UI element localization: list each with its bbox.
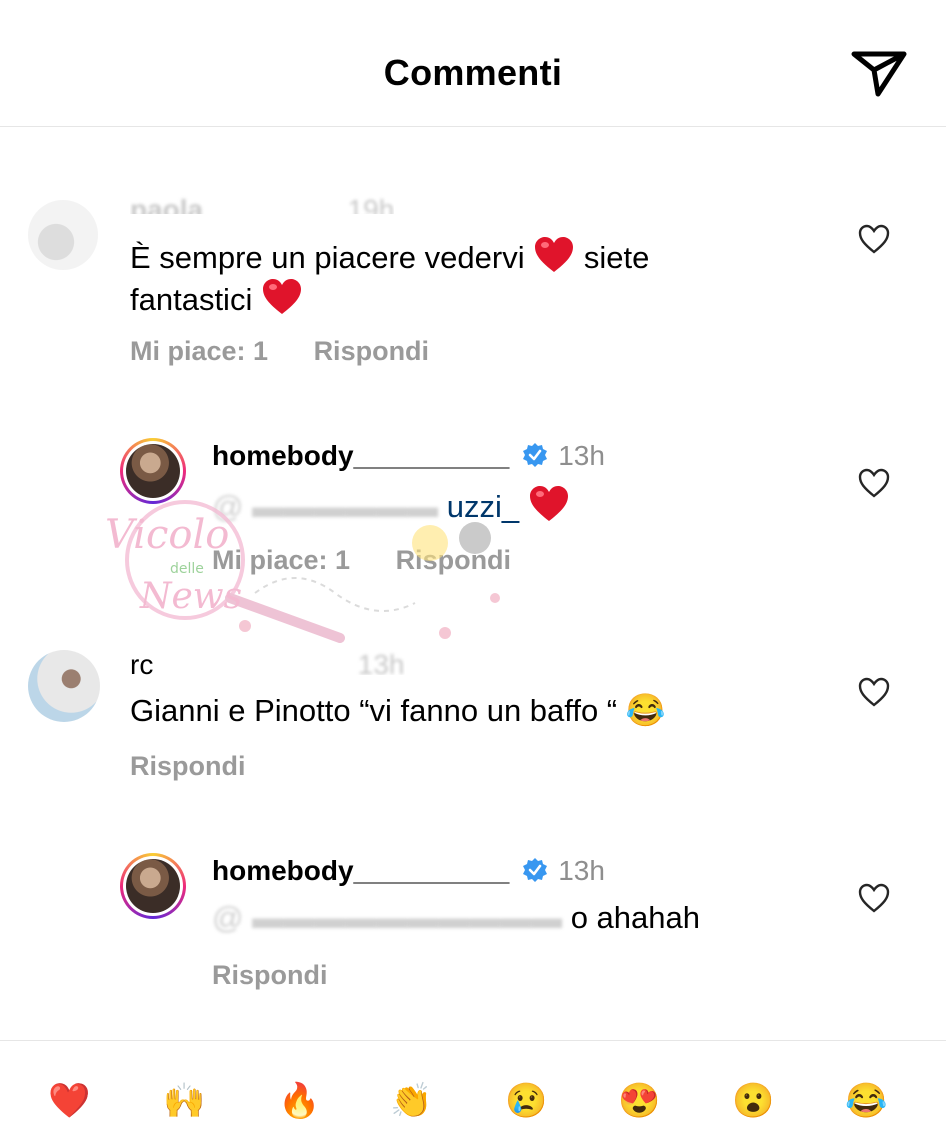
mention-link[interactable]: uzzi_ bbox=[447, 489, 519, 524]
verified-badge-icon bbox=[522, 858, 547, 882]
laughing-emoji-icon: 😂 bbox=[625, 692, 666, 728]
comments-header: Commenti bbox=[0, 0, 946, 127]
comment-username[interactable]: homebody__________ bbox=[212, 855, 509, 886]
avatar[interactable] bbox=[120, 438, 186, 504]
reply-button[interactable]: Rispondi bbox=[396, 545, 512, 575]
comment-item: homebody__________ 13h @ ▬▬▬▬▬▬▬▬▬▬ o ah… bbox=[0, 845, 946, 1005]
like-heart-icon[interactable] bbox=[858, 224, 890, 254]
reaction-clap-icon[interactable]: 👏 bbox=[390, 1081, 432, 1121]
reaction-raised-hands-icon[interactable]: 🙌 bbox=[163, 1081, 205, 1121]
like-heart-icon[interactable] bbox=[858, 883, 890, 913]
likes-count[interactable]: Mi piace: 1 bbox=[212, 545, 350, 575]
reaction-fire-icon[interactable]: 🔥 bbox=[278, 1081, 320, 1121]
red-heart-icon bbox=[535, 237, 574, 272]
reaction-heart-eyes-icon[interactable]: 😍 bbox=[618, 1081, 660, 1121]
comment-text: È sempre un piacere vedervi siete fantas… bbox=[130, 236, 770, 320]
red-heart-icon bbox=[262, 279, 301, 314]
comment-username[interactable]: paola bbox=[130, 194, 203, 214]
reaction-surprised-icon[interactable]: 😮 bbox=[732, 1081, 774, 1121]
comment-time: 19h bbox=[347, 194, 395, 214]
reply-button[interactable]: Rispondi bbox=[212, 960, 328, 990]
like-heart-icon[interactable] bbox=[858, 677, 890, 707]
reaction-laughing-icon[interactable]: 😂 bbox=[845, 1081, 887, 1121]
red-heart-icon bbox=[529, 486, 568, 521]
quick-reactions-bar: ❤️ 🙌 🔥 👏 😢 😍 😮 😂 bbox=[0, 1040, 946, 1120]
like-heart-icon[interactable] bbox=[858, 468, 890, 498]
comment-time: 13h bbox=[558, 855, 605, 886]
comment-time: 13h bbox=[357, 649, 405, 675]
avatar[interactable] bbox=[28, 200, 98, 270]
avatar[interactable] bbox=[120, 853, 186, 919]
verified-badge-icon bbox=[522, 443, 547, 467]
reaction-heart-icon[interactable]: ❤️ bbox=[48, 1081, 90, 1121]
comment-username[interactable]: homebody__________ bbox=[212, 440, 509, 471]
comment-text: Gianni e Pinotto “vi fanno un baffo “ bbox=[130, 693, 618, 728]
comment-time: 13h bbox=[558, 440, 605, 471]
avatar[interactable] bbox=[28, 650, 100, 722]
comment-text: o ahahah bbox=[570, 900, 701, 935]
likes-count[interactable]: Mi piace: 1 bbox=[130, 336, 268, 366]
comment-item: rc 13h Gianni e Pinotto “vi fanno un baf… bbox=[0, 645, 946, 805]
comment-username[interactable]: rc bbox=[130, 649, 153, 675]
comment-item: homebody__________ 13h @ ▬▬▬▬▬▬ uzzi_ Mi… bbox=[0, 430, 946, 590]
page-title: Commenti bbox=[383, 52, 563, 93]
reaction-crying-icon[interactable]: 😢 bbox=[505, 1081, 547, 1121]
reply-button[interactable]: Rispondi bbox=[314, 336, 430, 366]
comment-item: paola 19h È sempre un piacere vedervi si… bbox=[0, 190, 946, 380]
send-icon[interactable] bbox=[850, 48, 908, 98]
reply-button[interactable]: Rispondi bbox=[130, 751, 246, 781]
